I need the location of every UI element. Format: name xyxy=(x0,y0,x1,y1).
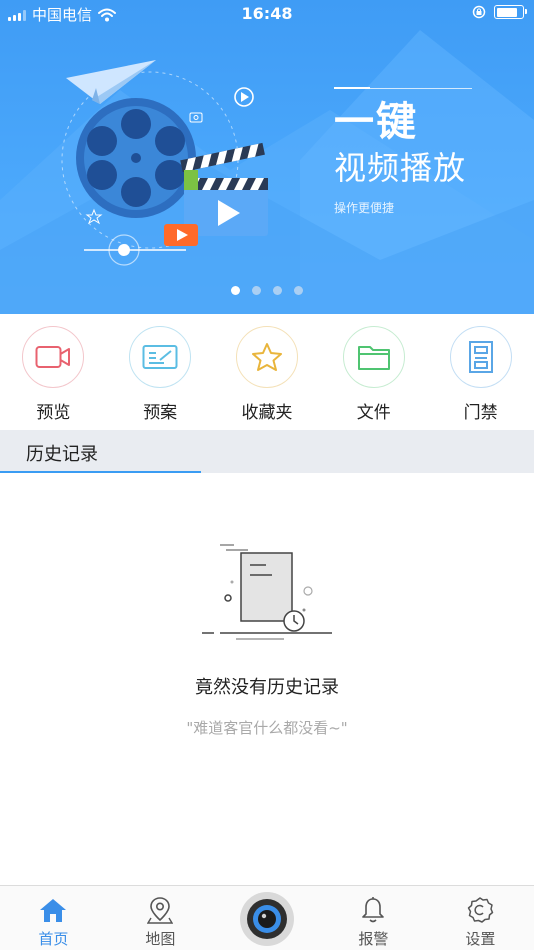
map-pin-icon xyxy=(147,897,174,924)
tab-history-label: 历史记录 xyxy=(26,444,98,465)
rotation-lock-icon xyxy=(472,5,486,19)
paper-plane-icon xyxy=(66,60,156,104)
film-reel-icon xyxy=(76,98,196,218)
banner-page-dot[interactable] xyxy=(273,286,282,295)
nav-item-settings[interactable]: 设置 xyxy=(427,886,534,950)
door-icon xyxy=(468,341,493,373)
banner-title: 一键 xyxy=(334,99,418,145)
nav-item-alarm[interactable]: 报警 xyxy=(320,886,427,950)
empty-state: 竟然没有历史记录 "难道客官什么都没看~" xyxy=(0,473,534,885)
plan-card-icon xyxy=(142,345,178,369)
menu-item-preview[interactable]: 预览 xyxy=(0,314,107,430)
banner-note: 操作更便捷 xyxy=(334,201,395,215)
menu-label-plan: 预案 xyxy=(143,403,178,423)
empty-document-illustration xyxy=(202,544,332,640)
menu-item-access-control[interactable]: 门禁 xyxy=(427,314,534,430)
nav-item-map[interactable]: 地图 xyxy=(107,886,214,950)
camera-lens-icon xyxy=(247,899,287,939)
tab-history[interactable]: 历史记录 xyxy=(0,430,201,473)
home-icon xyxy=(40,899,67,922)
nav-label-settings: 设置 xyxy=(465,930,496,948)
app-screen: 中国电信 16:48 一键 视频播放 操作更便捷 预览 预案 收藏夹 文件 门禁… xyxy=(0,0,534,950)
tab-bar: 历史记录 xyxy=(0,430,534,473)
status-time: 16:48 xyxy=(241,4,293,23)
menu-item-plan[interactable]: 预案 xyxy=(107,314,214,430)
battery-level xyxy=(496,7,517,17)
settings-gear-icon xyxy=(468,897,494,923)
menu-label-favorites: 收藏夹 xyxy=(241,403,293,423)
menu-item-files[interactable]: 文件 xyxy=(320,314,427,430)
battery-icon xyxy=(494,5,527,19)
menu-label-preview: 预览 xyxy=(36,403,71,423)
empty-state-title: 竟然没有历史记录 xyxy=(195,677,339,698)
menu-label-files: 文件 xyxy=(356,403,391,423)
center-camera-button[interactable] xyxy=(240,892,294,946)
menu-label-access-control: 门禁 xyxy=(463,403,498,423)
status-bar: 中国电信 16:48 xyxy=(0,0,534,28)
banner-page-indicator[interactable] xyxy=(0,286,534,295)
promo-banner[interactable]: 中国电信 16:48 一键 视频播放 操作更便捷 xyxy=(0,0,534,314)
banner-subtitle: 视频播放 xyxy=(334,149,467,187)
banner-page-dot[interactable] xyxy=(294,286,303,295)
banner-text: 一键 视频播放 操作更便捷 xyxy=(334,87,472,217)
banner-page-dot[interactable] xyxy=(252,286,261,295)
nav-label-alarm: 报警 xyxy=(358,930,389,948)
menu-item-favorites[interactable]: 收藏夹 xyxy=(214,314,321,430)
empty-state-subtitle: "难道客官什么都没看~" xyxy=(186,719,348,737)
banner-page-dot[interactable] xyxy=(231,286,240,295)
bottom-nav: 首页 地图 报警 设置 xyxy=(0,885,534,950)
folder-icon xyxy=(357,346,390,370)
nav-item-home[interactable]: 首页 xyxy=(0,886,107,950)
video-camera-icon xyxy=(35,346,71,368)
nav-label-home: 首页 xyxy=(38,930,69,948)
star-icon xyxy=(251,343,282,371)
bell-icon xyxy=(362,897,385,923)
nav-label-map: 地图 xyxy=(145,930,176,948)
quick-menu: 预览 预案 收藏夹 文件 门禁 xyxy=(0,314,534,430)
